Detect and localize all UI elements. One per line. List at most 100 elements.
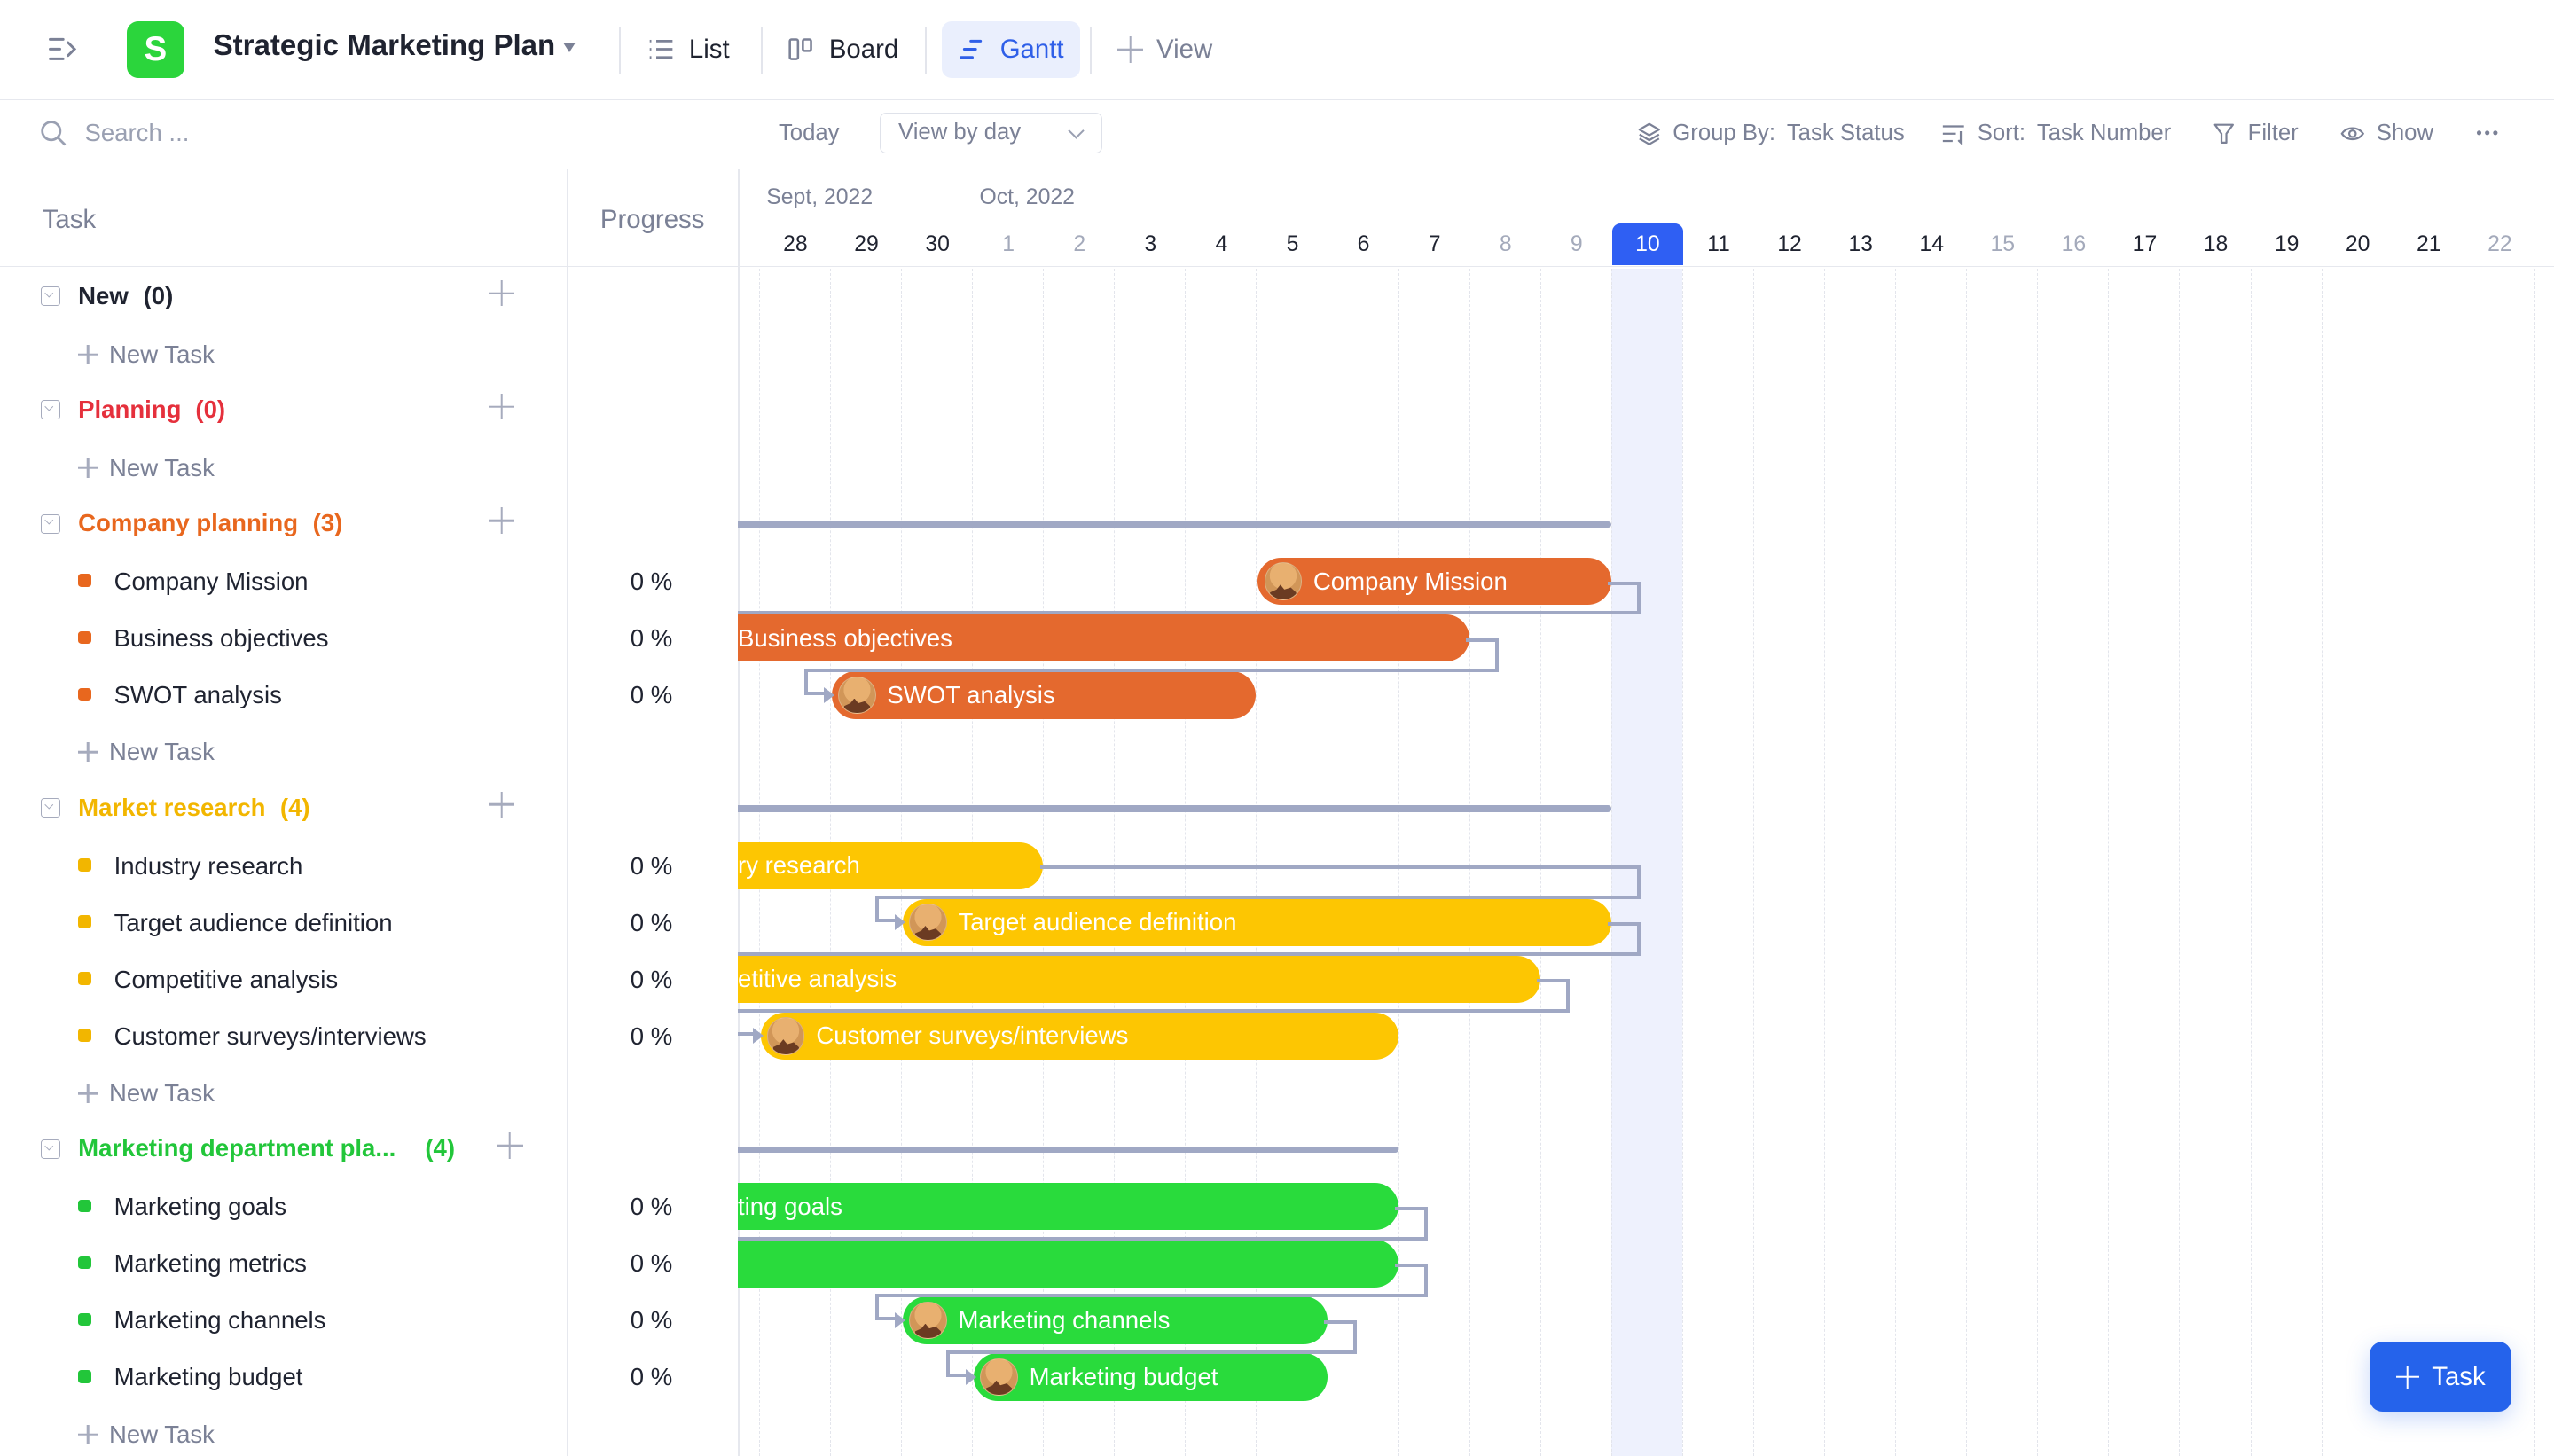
day-label[interactable]: 29 [831,223,902,266]
day-label[interactable]: 17 [2109,223,2180,266]
filter-button[interactable]: Filter [2212,121,2299,146]
day-label[interactable]: 7 [1399,223,1470,266]
task-row[interactable]: Industry research 0 % [0,837,672,894]
sidebar-toggle-icon[interactable] [45,33,81,66]
task-name[interactable]: Marketing budget [114,1363,303,1391]
view-by-select[interactable]: View by day [879,112,1103,153]
task-bar[interactable]: Company Mission [1257,558,1611,606]
assignee-avatar[interactable] [1264,562,1303,600]
add-task-to-group-icon[interactable] [489,280,514,306]
new-task-button[interactable]: New Task [78,738,215,766]
day-label[interactable]: 13 [1825,223,1896,266]
add-task-to-group-icon[interactable] [489,394,514,419]
today-button[interactable]: Today [779,121,840,146]
tab-board[interactable]: Board [771,21,915,78]
group-header-row[interactable]: Company planning (3) [0,496,567,552]
collapse-toggle-icon[interactable] [40,400,60,420]
today-day-label[interactable]: 10 [1611,223,1683,266]
day-label[interactable]: 8 [1470,223,1541,266]
day-label[interactable]: 30 [902,223,973,266]
add-task-to-group-icon[interactable] [489,507,514,533]
task-name[interactable]: Competitive analysis [114,966,339,994]
task-name[interactable]: Industry research [114,852,303,881]
task-row[interactable]: SWOT analysis 0 % [0,667,672,724]
collapse-toggle-icon[interactable] [40,1139,60,1159]
group-header-row[interactable]: Marketing department pla... (4) [0,1122,567,1178]
day-label[interactable]: 19 [2252,223,2323,266]
project-title[interactable]: Strategic Marketing Plan [214,29,556,63]
task-row[interactable]: Competitive analysis 0 % [0,951,672,1007]
day-label[interactable]: 2 [1044,223,1115,266]
new-task-button[interactable]: New Task [78,1421,215,1449]
project-menu-caret-icon[interactable] [563,42,576,52]
search-input[interactable] [81,117,414,149]
task-bar[interactable]: Marketing channels [902,1296,1328,1344]
task-row[interactable]: Target audience definition 0 % [0,894,672,951]
task-bar[interactable]: ting goals [738,1183,1398,1231]
task-row[interactable]: Marketing goals 0 % [0,1178,672,1235]
task-name[interactable]: Marketing goals [114,1193,286,1221]
new-task-row[interactable]: New Task [0,439,567,496]
group-header-row[interactable]: Planning (0) [0,382,567,439]
task-bar[interactable]: etitive analysis [738,955,1540,1004]
task-row[interactable]: Marketing metrics 0 % [0,1235,672,1292]
task-bar[interactable]: Target audience definition [902,898,1611,946]
new-task-row[interactable]: New Task [0,1405,567,1456]
more-options-button[interactable] [2474,121,2500,145]
day-label[interactable]: 14 [1896,223,1967,266]
task-bar[interactable]: SWOT analysis [831,671,1257,719]
column-divider[interactable] [567,169,568,1456]
tab-gantt[interactable]: Gantt [941,20,1080,79]
task-name[interactable]: Company Mission [114,568,309,596]
task-row[interactable]: Customer surveys/interviews 0 % [0,1007,672,1064]
day-label[interactable]: 16 [2038,223,2109,266]
day-label[interactable]: 28 [760,223,831,266]
new-task-button[interactable]: New Task [78,1079,215,1108]
task-bar[interactable]: Marketing budget [973,1353,1328,1401]
task-bar[interactable]: Customer surveys/interviews [760,1012,1398,1061]
assignee-avatar[interactable] [838,676,876,715]
day-label[interactable]: 15 [1967,223,2038,266]
assignee-avatar[interactable] [909,1301,947,1340]
day-label[interactable]: 1 [973,223,1044,266]
group-header-row[interactable]: New (0) [0,269,567,325]
tab-list[interactable]: List [631,21,746,78]
assignee-avatar[interactable] [909,904,947,942]
task-row[interactable]: Company Mission 0 % [0,553,672,610]
assignee-avatar[interactable] [767,1017,805,1055]
collapse-toggle-icon[interactable] [40,286,60,307]
day-label[interactable]: 11 [1683,223,1754,266]
new-task-row[interactable]: New Task [0,1064,567,1121]
add-task-button[interactable]: Task [2370,1342,2512,1413]
day-label[interactable]: 5 [1257,223,1328,266]
task-name[interactable]: Target audience definition [114,909,393,937]
collapse-toggle-icon[interactable] [40,798,60,818]
new-task-button[interactable]: New Task [78,454,215,482]
day-label[interactable]: 18 [2180,223,2251,266]
task-row[interactable]: Marketing channels 0 % [0,1292,672,1349]
show-button[interactable]: Show [2340,121,2433,146]
sort-button[interactable]: Sort: Task Number [1941,121,2171,146]
task-bar[interactable]: Business objectives [738,614,1469,662]
task-row[interactable]: Business objectives 0 % [0,610,672,667]
task-name[interactable]: Customer surveys/interviews [114,1022,427,1051]
day-label[interactable]: 4 [1186,223,1257,266]
new-task-row[interactable]: New Task [0,724,567,780]
day-label[interactable]: 6 [1328,223,1399,266]
add-task-to-group-icon[interactable] [489,792,514,818]
task-name[interactable]: Marketing metrics [114,1249,307,1278]
day-label[interactable]: 21 [2393,223,2464,266]
add-task-to-group-icon[interactable] [497,1132,522,1158]
add-view-button[interactable]: View [1101,21,1229,78]
day-label[interactable]: 3 [1115,223,1186,266]
collapse-toggle-icon[interactable] [40,513,60,534]
group-header-row[interactable]: Market research (4) [0,780,567,837]
task-bar[interactable]: ry research [738,842,1044,889]
day-label[interactable]: 12 [1754,223,1825,266]
group-by-button[interactable]: Group By: Task Status [1637,121,1905,146]
task-bar[interactable] [738,1240,1398,1288]
new-task-row[interactable]: New Task [0,325,567,382]
task-name[interactable]: Marketing channels [114,1306,326,1335]
new-task-button[interactable]: New Task [78,341,215,369]
assignee-avatar[interactable] [980,1358,1018,1397]
